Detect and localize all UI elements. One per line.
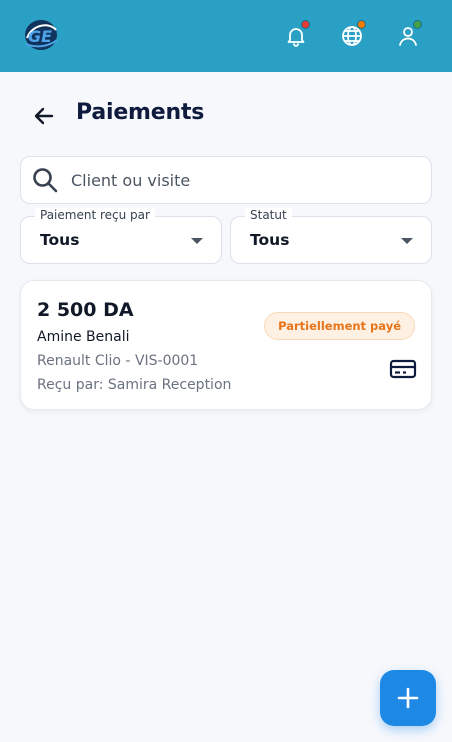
page-title: Paiements <box>76 100 205 125</box>
plus-icon <box>397 687 419 709</box>
status-filter-label: Statut <box>245 208 292 222</box>
notifications-button[interactable] <box>278 18 314 54</box>
payment-client: Amine Benali <box>37 329 130 345</box>
credit-card-icon[interactable] <box>389 358 417 380</box>
search-icon <box>33 168 58 193</box>
caret-down-icon <box>401 238 413 244</box>
profile-status-dot <box>413 20 422 29</box>
payment-vehicle: Renault Clio - VIS-0001 <box>37 353 199 369</box>
caret-down-icon <box>191 238 203 244</box>
language-button[interactable] <box>334 18 370 54</box>
notification-status-dot <box>301 20 310 29</box>
add-payment-button[interactable] <box>380 670 436 726</box>
payment-card[interactable]: 2 500 DA Amine Benali Renault Clio - VIS… <box>20 280 432 410</box>
search-input[interactable] <box>71 157 421 203</box>
status-badge: Partiellement payé <box>264 312 415 340</box>
app-logo[interactable]: GE <box>22 18 60 52</box>
received-by-filter[interactable]: Paiement reçu par Tous <box>20 208 222 264</box>
arrow-left-icon <box>34 107 54 125</box>
svg-text:GE: GE <box>28 27 52 46</box>
language-status-dot <box>357 20 366 29</box>
back-button[interactable] <box>28 102 60 130</box>
payment-amount: 2 500 DA <box>37 299 134 321</box>
received-by-filter-value: Tous <box>40 231 80 249</box>
status-filter[interactable]: Statut Tous <box>230 208 432 264</box>
app-bar: GE <box>0 0 452 72</box>
search-box[interactable] <box>20 156 432 204</box>
received-by-filter-label: Paiement reçu par <box>35 208 155 222</box>
status-filter-value: Tous <box>250 231 290 249</box>
profile-button[interactable] <box>390 18 426 54</box>
payment-received-by: Reçu par: Samira Reception <box>37 377 232 393</box>
